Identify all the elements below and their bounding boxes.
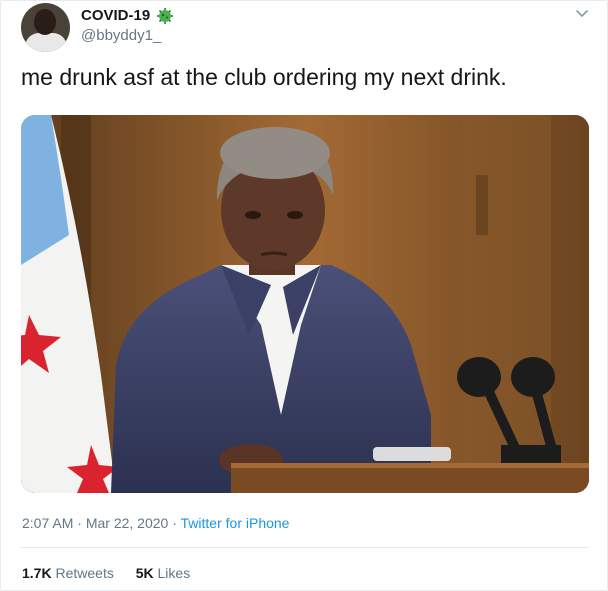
avatar-head	[34, 9, 56, 35]
tweet-stats: 1.7K Retweets 5K Likes	[22, 565, 208, 581]
tweet-time[interactable]: 2:07 AM	[22, 515, 73, 531]
tweet-text: me drunk asf at the club ordering my nex…	[21, 64, 507, 90]
divider	[21, 547, 589, 548]
retweets-count: 1.7K	[22, 565, 52, 581]
display-name[interactable]: COVID-19	[81, 7, 150, 24]
tweet-date[interactable]: Mar 22, 2020	[86, 515, 169, 531]
chevron-down-icon[interactable]	[573, 5, 591, 23]
user-handle[interactable]: @bbyddy1_	[81, 27, 161, 44]
likes-label: Likes	[157, 565, 191, 581]
likes-stat[interactable]: 5K Likes	[136, 565, 190, 581]
meta-separator: ·	[77, 515, 82, 531]
meta-separator: ·	[172, 515, 177, 531]
avatar[interactable]	[21, 3, 70, 52]
tweet-photo[interactable]	[21, 115, 589, 493]
tweet-card: COVID-19 @bbyddy1_ me drunk asf at the c…	[0, 0, 608, 591]
tweet-meta: 2:07 AM · Mar 22, 2020 · Twitter for iPh…	[22, 515, 289, 531]
avatar-shirt	[25, 33, 67, 52]
likes-count: 5K	[135, 565, 154, 581]
tweet-source-link[interactable]: Twitter for iPhone	[181, 515, 290, 531]
retweets-stat[interactable]: 1.7K Retweets	[22, 565, 118, 581]
virus-emoji-icon	[155, 7, 175, 25]
retweets-label: Retweets	[55, 565, 114, 581]
photo-illustration	[21, 115, 589, 493]
